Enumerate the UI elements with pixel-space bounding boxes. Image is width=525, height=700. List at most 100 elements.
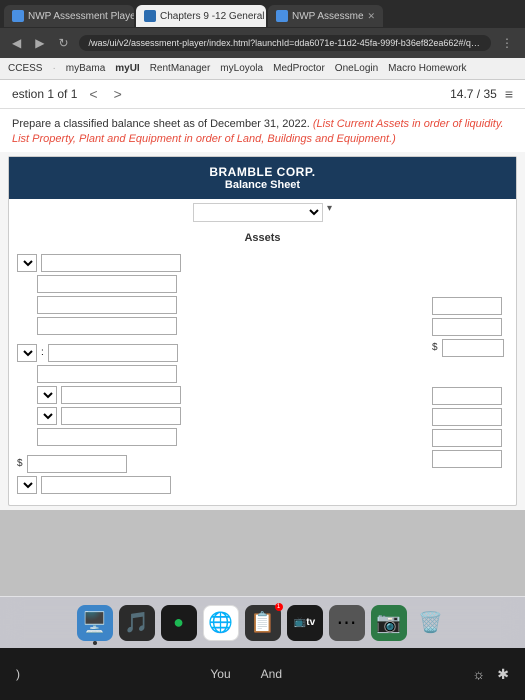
bottom-center-2: And <box>261 667 282 681</box>
bs-row8-select[interactable] <box>37 407 57 425</box>
bs-row-5: : <box>17 344 426 362</box>
bs-row10-input[interactable] <box>27 455 127 473</box>
browser-chrome: NWP Assessment Player UI A ✕ Chapters 9 … <box>0 0 525 80</box>
address-bar-row: ◀ ▶ ↻ /was/ui/v2/assessment-player/index… <box>0 28 525 58</box>
bs-row8-input[interactable] <box>61 407 181 425</box>
bookmark-myloyola[interactable]: myLoyola <box>220 63 263 74</box>
dock-music[interactable]: 🎵 <box>119 605 155 641</box>
dock-trash[interactable]: 🗑️ <box>413 605 449 641</box>
bs-right-r8-input[interactable] <box>432 429 502 447</box>
bs-row9-input[interactable] <box>37 428 177 446</box>
bs-row-3 <box>37 296 426 314</box>
bs-row11-input[interactable] <box>41 476 171 494</box>
bs-right-r8 <box>432 429 508 447</box>
address-input[interactable]: /was/ui/v2/assessment-player/index.html?… <box>79 35 491 51</box>
dock-tv[interactable]: 📺tv <box>287 605 323 641</box>
bs-right-r2-input[interactable] <box>432 297 502 315</box>
bs-right-r6-input[interactable] <box>432 387 502 405</box>
tab-2-icon <box>144 10 156 22</box>
bs-right-r9-input[interactable] <box>432 450 502 468</box>
bs-right-r4-input[interactable] <box>442 339 504 357</box>
dock-messages[interactable]: ⋯ <box>329 605 365 641</box>
music-icon: 🎵 <box>124 610 149 635</box>
page-content: estion 1 of 1 < > 14.7 / 35 ≡ Prepare a … <box>0 80 525 510</box>
bookmark-myui[interactable]: myUI <box>115 63 139 74</box>
bs-row5-select[interactable] <box>17 344 37 362</box>
bs-row7-select[interactable] <box>37 386 57 404</box>
facetime-icon: 📷 <box>376 610 401 635</box>
tab-1-label: NWP Assessment Player UI A <box>28 11 134 22</box>
bs-right-r4-dollar: $ <box>432 342 438 353</box>
list-icon[interactable]: ≡ <box>505 86 513 102</box>
score-display: 14.7 / 35 <box>450 87 497 101</box>
bookmark-onelogin[interactable]: OneLogin <box>335 63 378 74</box>
bs-row-11 <box>17 476 426 494</box>
bs-right-r1 <box>432 276 508 297</box>
bs-row-6 <box>37 365 426 383</box>
tab-bar: NWP Assessment Player UI A ✕ Chapters 9 … <box>0 0 525 28</box>
bs-date-select[interactable]: December 31, 2022 <box>193 203 323 222</box>
bs-row10-dollar: $ <box>17 458 23 469</box>
bs-row5-input[interactable] <box>48 344 178 362</box>
bs-assets-header: Assets <box>9 226 516 250</box>
messages-icon: ⋯ <box>337 610 357 635</box>
dock-app1[interactable]: 📋 1 <box>245 605 281 641</box>
bs-header: BRAMBLE CORP. Balance Sheet <box>9 157 516 199</box>
bs-row3-input[interactable] <box>37 296 177 314</box>
dropdown-arrow-icon: ▾ <box>327 203 332 222</box>
bookmark-mybama[interactable]: myBama <box>66 63 105 74</box>
bs-right-r7-input[interactable] <box>432 408 502 426</box>
bottom-left-text: ) <box>16 667 20 681</box>
bookmark-medproctor[interactable]: MedProctor <box>273 63 325 74</box>
bs-sheet-title: Balance Sheet <box>13 179 512 191</box>
bs-row2-input[interactable] <box>37 275 177 293</box>
bookmark-ccess[interactable]: CCESS <box>8 63 42 74</box>
chrome-icon: 🌐 <box>208 610 233 635</box>
tab-1[interactable]: NWP Assessment Player UI A ✕ <box>4 5 134 27</box>
dock-finder[interactable]: 🖥️ <box>77 605 113 641</box>
bs-row-10: $ <box>17 455 426 473</box>
bs-row6-input[interactable] <box>37 365 177 383</box>
dock-facetime[interactable]: 📷 <box>371 605 407 641</box>
bs-right-r9 <box>432 450 508 468</box>
tab-3[interactable]: NWP Assessme ✕ <box>268 5 383 27</box>
next-question-button[interactable]: > <box>110 86 126 102</box>
finder-icon: 🖥️ <box>82 610 107 635</box>
tab-2-label: Chapters 9 -12 General Ledge <box>160 11 266 22</box>
dock-spotify[interactable]: ● <box>161 605 197 641</box>
bs-row-7 <box>37 386 426 404</box>
bottom-right-icons: ☼ ✱ <box>472 666 509 683</box>
back-button[interactable]: ◀ <box>8 34 25 52</box>
dock-chrome[interactable]: 🌐 <box>203 605 239 641</box>
bs-right-r4: $ <box>432 339 508 357</box>
brightness-icon[interactable]: ☼ <box>472 666 485 682</box>
bs-row7-input[interactable] <box>61 386 181 404</box>
app1-icon: 📋 <box>250 610 275 635</box>
forward-button[interactable]: ▶ <box>31 34 48 52</box>
bs-row-2 <box>37 275 426 293</box>
prev-question-button[interactable]: < <box>85 86 101 102</box>
bs-row-9 <box>37 428 426 446</box>
bs-row-8 <box>37 407 426 425</box>
extensions-button[interactable]: ⋮ <box>497 34 517 52</box>
bs-left-column: : <box>17 254 426 497</box>
bs-row4-input[interactable] <box>37 317 177 335</box>
bs-row1-select[interactable] <box>17 254 37 272</box>
tab-1-icon <box>12 10 24 22</box>
bs-row1-input[interactable] <box>41 254 181 272</box>
question-text-container: Prepare a classified balance sheet as of… <box>0 109 525 152</box>
refresh-button[interactable]: ↻ <box>54 34 72 52</box>
bs-right-r5 <box>432 366 508 387</box>
bs-right-r3-input[interactable] <box>432 318 502 336</box>
question-nav: estion 1 of 1 < > <box>12 86 126 102</box>
bookmark-rentmanager[interactable]: RentManager <box>150 63 211 74</box>
bookmark-macrohomework[interactable]: Macro Homework <box>388 63 466 74</box>
score-section: 14.7 / 35 ≡ <box>450 86 513 102</box>
tab-3-close[interactable]: ✕ <box>368 11 376 22</box>
settings-icon[interactable]: ✱ <box>497 666 509 683</box>
balance-sheet-container: BRAMBLE CORP. Balance Sheet December 31,… <box>8 156 517 506</box>
bs-row11-select[interactable] <box>17 476 37 494</box>
question-bar: estion 1 of 1 < > 14.7 / 35 ≡ <box>0 80 525 109</box>
bs-right-r6 <box>432 387 508 405</box>
tab-2[interactable]: Chapters 9 -12 General Ledge ✕ <box>136 5 266 27</box>
